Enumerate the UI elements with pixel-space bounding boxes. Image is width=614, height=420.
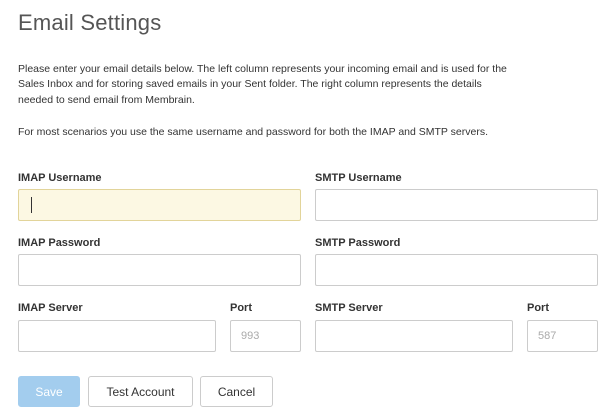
imap-port-input[interactable]	[230, 320, 301, 352]
imap-username-input[interactable]	[18, 189, 301, 221]
smtp-username-input[interactable]	[315, 189, 598, 221]
imap-server-input[interactable]	[18, 320, 216, 352]
smtp-username-label: SMTP Username	[315, 172, 402, 184]
smtp-password-input[interactable]	[315, 254, 598, 286]
intro-text: Please enter your email details below. T…	[18, 63, 507, 106]
page-title: Email Settings	[18, 10, 162, 35]
test-account-button[interactable]: Test Account	[88, 376, 193, 407]
smtp-server-label: SMTP Server	[315, 302, 383, 314]
save-button[interactable]: Save	[18, 376, 80, 407]
smtp-port-input[interactable]	[527, 320, 598, 352]
cancel-button[interactable]: Cancel	[200, 376, 273, 407]
scenario-note: For most scenarios you use the same user…	[18, 126, 488, 138]
smtp-server-input[interactable]	[315, 320, 513, 352]
smtp-port-label: Port	[527, 302, 549, 314]
imap-server-label: IMAP Server	[18, 302, 83, 314]
imap-password-label: IMAP Password	[18, 237, 101, 249]
text-cursor	[31, 197, 32, 213]
smtp-password-label: SMTP Password	[315, 237, 401, 249]
imap-port-label: Port	[230, 302, 252, 314]
imap-username-label: IMAP Username	[18, 172, 102, 184]
imap-password-input[interactable]	[18, 254, 301, 286]
